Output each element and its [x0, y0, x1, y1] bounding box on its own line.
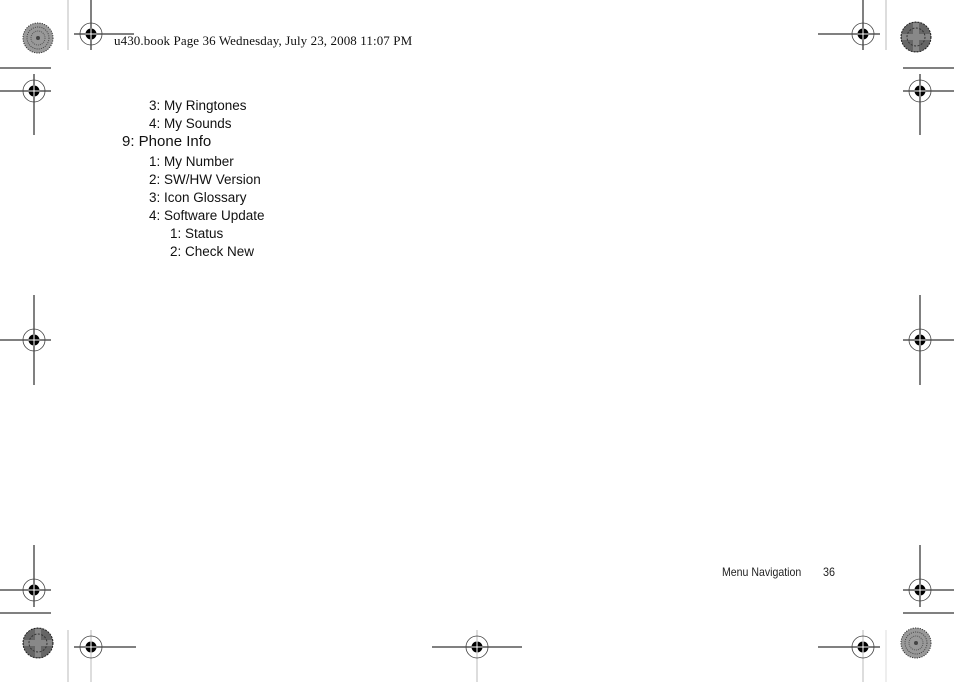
- registration-crosshair-icon: [903, 295, 954, 385]
- color-bar-bottom-left: [22, 627, 54, 659]
- color-bar-top-right: [900, 21, 932, 53]
- menu-item: 4: My Sounds: [149, 116, 232, 131]
- print-header-stamp: u430.book Page 36 Wednesday, July 23, 20…: [114, 33, 413, 48]
- menu-item: 4: Software Update: [149, 208, 265, 223]
- color-bar-top-left: [22, 22, 54, 54]
- registration-crosshair-icon: [818, 0, 880, 50]
- menu-item: 1: My Number: [149, 154, 234, 169]
- menu-item: 2: SW/HW Version: [149, 172, 261, 187]
- registration-crosshair-icon: [432, 630, 522, 682]
- registration-crosshair-icon: [818, 630, 880, 682]
- color-bar-bottom-right: [900, 627, 932, 659]
- menu-item: 3: My Ringtones: [149, 98, 247, 113]
- print-marks: [0, 0, 954, 682]
- footer-section-title: Menu Navigation: [722, 565, 802, 579]
- menu-item: 3: Icon Glossary: [149, 190, 247, 205]
- registration-crosshair-icon: [0, 74, 51, 135]
- registration-crosshair-icon: [0, 295, 51, 385]
- registration-crosshair-icon: [74, 630, 136, 682]
- menu-subitem: 1: Status: [170, 226, 224, 241]
- page-number: 36: [823, 565, 836, 579]
- menu-heading: 9: Phone Info: [122, 133, 212, 150]
- registration-crosshair-icon: [0, 545, 51, 607]
- menu-subitem: 2: Check New: [170, 244, 255, 259]
- registration-crosshair-icon: [903, 545, 954, 607]
- registration-crosshair-icon: [903, 74, 954, 135]
